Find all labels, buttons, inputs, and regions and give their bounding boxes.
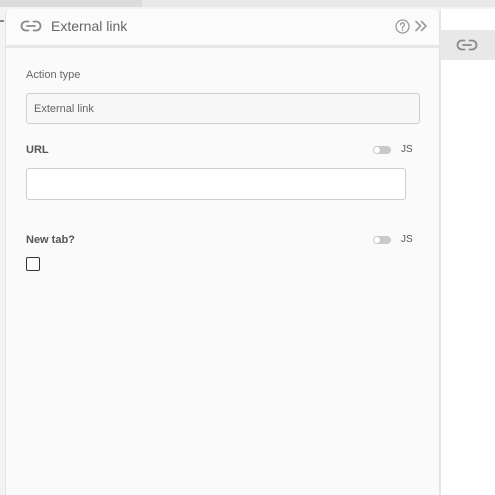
link-tab[interactable]: [441, 30, 495, 60]
url-input[interactable]: [26, 168, 406, 200]
action-settings-panel: External link Action type URL JS New tab…: [5, 9, 440, 495]
top-strip-segment: [0, 0, 142, 7]
new-tab-js-toggle[interactable]: [373, 236, 391, 244]
link-icon: [20, 18, 42, 34]
new-tab-js-label: JS: [401, 234, 413, 245]
action-type-field[interactable]: [26, 93, 420, 124]
panel-title: External link: [51, 18, 128, 34]
new-tab-label: New tab?: [26, 234, 75, 246]
panel-header: External link: [6, 9, 439, 48]
url-js-label: JS: [401, 144, 413, 155]
right-sidebar: [440, 9, 495, 495]
action-type-label: Action type: [26, 69, 81, 81]
url-js-toggle[interactable]: [373, 146, 391, 154]
new-tab-checkbox[interactable]: [26, 257, 40, 271]
url-label: URL: [26, 144, 49, 156]
link-icon: [456, 37, 478, 53]
help-circle-icon[interactable]: [395, 19, 410, 34]
double-chevron-right-icon[interactable]: [414, 19, 428, 33]
top-strip: [0, 0, 495, 7]
